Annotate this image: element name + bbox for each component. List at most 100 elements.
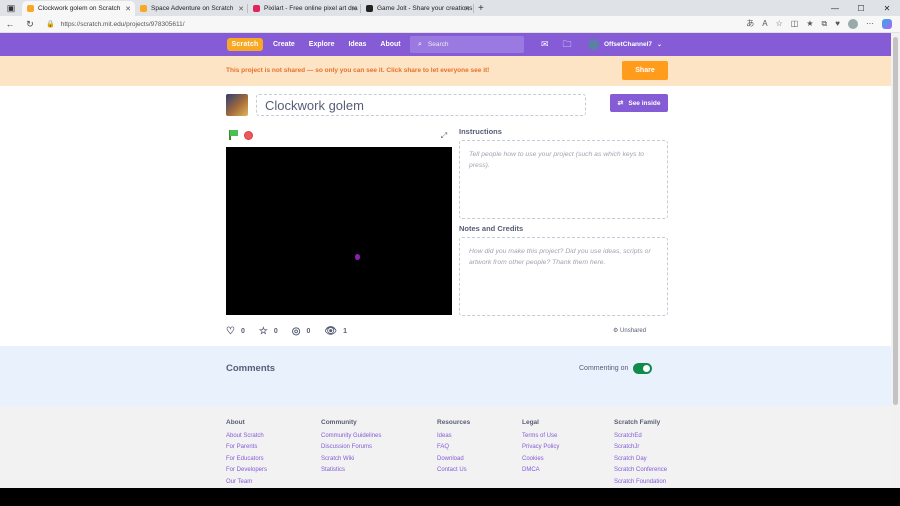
heart-icon: ♡ (226, 325, 235, 337)
lock-icon: 🔒 (46, 21, 55, 28)
search-input[interactable] (427, 41, 518, 48)
footer-link[interactable]: For Developers (226, 467, 267, 473)
footer-link[interactable]: Scratch Wiki (321, 456, 381, 462)
extensions-icon[interactable]: ♥ (835, 19, 840, 28)
nav-link-ideas[interactable]: Ideas (348, 41, 366, 48)
favorite-stat[interactable]: ☆ 0 (259, 326, 278, 337)
project-title-input[interactable]: Clockwork golem (256, 94, 586, 116)
project-title: Clockwork golem (265, 97, 364, 113)
tab-favicon-icon (27, 5, 34, 12)
footer-column: Resources Ideas FAQ Download Contact Us (437, 419, 470, 479)
comments-heading: Comments (226, 363, 276, 374)
footer-link[interactable]: Scratch Conference (614, 467, 667, 473)
chevron-down-icon: ⌄ (657, 42, 663, 48)
fullscreen-icon[interactable]: ⤢ (438, 130, 450, 142)
instructions-textarea[interactable]: Tell people how to use your project (suc… (459, 140, 668, 219)
footer: About About Scratch For Parents For Educato… (0, 406, 891, 488)
copilot-icon[interactable] (882, 18, 892, 29)
share-status-text: Unshared (620, 328, 647, 334)
minimize-icon[interactable]: — (822, 0, 848, 16)
footer-link[interactable]: DMCA (522, 467, 559, 473)
profile-avatar[interactable] (848, 18, 858, 29)
my-stuff-folder-icon[interactable]: 🗀 (563, 37, 572, 53)
tab-actions-icon[interactable]: ▣ (0, 0, 22, 16)
footer-column: Legal Terms of Use Privacy Policy Cookies DM… (522, 419, 559, 479)
notes-textarea[interactable]: How did you make this project? Did you u… (459, 237, 668, 316)
nav-link-about[interactable]: About (380, 41, 400, 48)
tab-favicon-icon (140, 5, 147, 12)
avatar (588, 39, 599, 50)
project-stats: ♡ 0 ☆ 0 ◎ 0 👁 1 (226, 325, 361, 337)
tab-close-icon[interactable]: ✕ (125, 5, 131, 13)
project-thumbnail[interactable] (226, 94, 248, 116)
favorite-star-icon[interactable]: ☆ (776, 19, 783, 28)
new-tab-button[interactable]: + (478, 1, 484, 16)
page-viewport: Scratch Create Explore Ideas About ⌕ ✉ 🗀 Of… (0, 33, 891, 488)
nav-link-explore[interactable]: Explore (309, 41, 335, 48)
footer-heading: Scratch Family (614, 419, 661, 426)
footer-link[interactable]: Privacy Policy (522, 444, 559, 450)
footer-column: Community Community Guidelines Discussion … (321, 419, 381, 479)
footer-link[interactable]: Terms of Use (522, 433, 559, 439)
love-count: 0 (240, 327, 245, 335)
footer-link[interactable]: For Educators (226, 456, 267, 462)
footer-link[interactable]: Community Guidelines (321, 433, 381, 439)
footer-link[interactable]: Statistics (321, 467, 381, 473)
footer-link[interactable]: Scratch Day (614, 456, 667, 462)
tab-favicon-icon (366, 5, 373, 12)
split-screen-icon[interactable]: ◫ (791, 19, 799, 28)
footer-link[interactable]: Discussion Forums (321, 444, 381, 450)
footer-link[interactable]: Cookies (522, 456, 559, 462)
remix-count: 0 (306, 327, 311, 335)
project-stage[interactable] (226, 147, 452, 315)
browser-toolbar: あ A ☆ ◫ ★ ⧉ ♥ ⋯ (746, 18, 892, 29)
messages-icon[interactable]: ✉ (541, 39, 549, 50)
footer-link[interactable]: For Parents (226, 444, 267, 450)
footer-link[interactable]: Scratch Foundation (614, 479, 667, 485)
love-stat[interactable]: ♡ 0 (226, 326, 245, 337)
favorites-icon[interactable]: ★ (806, 19, 813, 28)
footer-heading: About (226, 419, 245, 426)
tab-close-icon[interactable]: ✕ (464, 5, 470, 13)
browser-tab[interactable]: Space Adventure on Scratch ✕ (135, 1, 248, 16)
footer-link[interactable]: Ideas (437, 433, 470, 439)
footer-column: About About Scratch For Parents For Educato… (226, 419, 267, 488)
share-button[interactable]: Share (622, 61, 668, 80)
close-window-icon[interactable]: ✕ (874, 0, 900, 16)
browser-tab[interactable]: Clockwork golem on Scratch ✕ (22, 1, 135, 16)
see-inside-button[interactable]: ⇄ See inside (610, 94, 668, 112)
remix-spiral-icon: ◎ (291, 325, 301, 337)
read-aloud-icon[interactable]: A (762, 19, 767, 28)
more-menu-icon[interactable]: ⋯ (866, 19, 874, 28)
back-icon[interactable]: ← (0, 19, 20, 29)
commenting-toggle[interactable] (633, 363, 653, 374)
collections-icon[interactable]: ⧉ (822, 19, 828, 29)
scrollbar-thumb[interactable] (893, 37, 898, 405)
maximize-icon[interactable]: ☐ (848, 0, 874, 16)
tab-close-icon[interactable]: ✕ (238, 5, 244, 13)
footer-link[interactable]: About Scratch (226, 433, 267, 439)
translate-icon[interactable]: あ (746, 18, 754, 29)
stop-sign-icon[interactable] (244, 131, 253, 140)
footer-link[interactable]: Download (437, 456, 470, 462)
scratch-logo[interactable]: Scratch (227, 38, 263, 51)
taskbar (0, 488, 900, 506)
tab-close-icon[interactable]: ✕ (351, 5, 357, 13)
browser-tab[interactable]: Pixilart - Free online pixel art dra ✕ (248, 1, 361, 16)
url-field[interactable]: 🔒 https://scratch.mit.edu/projects/97830… (46, 18, 686, 31)
nav-link-create[interactable]: Create (273, 41, 295, 48)
reload-icon[interactable]: ↻ (20, 19, 40, 30)
user-menu[interactable]: OffsetChannel7 ⌄ (588, 33, 662, 56)
search-box[interactable]: ⌕ (410, 36, 524, 53)
page-scrollbar[interactable] (891, 33, 900, 488)
green-flag-icon[interactable] (228, 130, 238, 140)
footer-link[interactable]: ScratchJr (614, 444, 667, 450)
eye-icon: 👁 (324, 325, 338, 337)
browser-tab[interactable]: Game Jolt - Share your creations ✕ (361, 1, 474, 16)
footer-link[interactable]: ScratchEd (614, 433, 667, 439)
footer-link[interactable]: Our Team (226, 479, 267, 485)
comments-section: Comments Commenting on (0, 346, 891, 406)
footer-heading: Community (321, 419, 357, 426)
footer-link[interactable]: Contact Us (437, 467, 470, 473)
footer-link[interactable]: FAQ (437, 444, 470, 450)
